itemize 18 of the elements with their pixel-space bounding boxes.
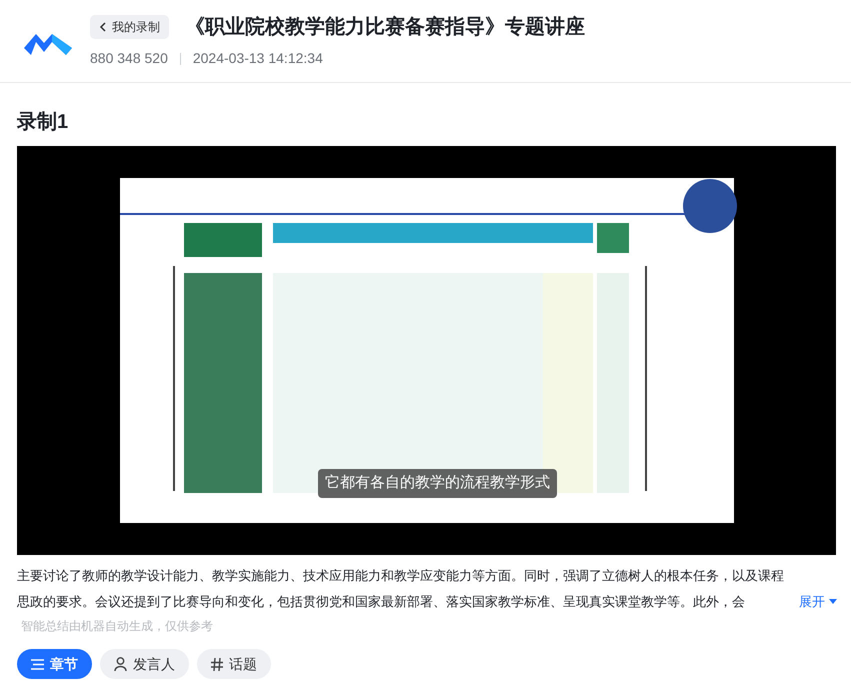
tab[interactable]: 发言人: [100, 649, 189, 679]
expand-link[interactable]: 展开: [799, 592, 837, 612]
subtitle-caption: 它都有各自的教学的流程教学形式: [318, 469, 557, 498]
person-icon: [114, 657, 127, 671]
page-title: 《职业院校教学能力比赛备赛指导》专题讲座: [185, 14, 585, 40]
meeting-id: 880 348 520: [90, 49, 168, 68]
back-link[interactable]: 我的录制: [90, 15, 169, 39]
list-icon: [31, 659, 44, 670]
summary-text: 主要讨论了教师的教学设计能力、教学实施能力、技术应用能力和教学应变能力等方面。同时，强调了立德树人的根本任务，以及课程思政的要求。会议还提到了比赛导向和变化，包括贯彻党和国家最新部署、落实国家教学标准、呈现真实课堂教学等。此外，会: [17, 567, 785, 611]
hash-icon: [211, 658, 223, 671]
back-icon: [99, 22, 106, 32]
caret-icon: [829, 599, 837, 604]
recording-title: 录制1: [16, 110, 70, 135]
tab[interactable]: 章节: [17, 649, 92, 679]
date-time: 2024-03-13 14:12:34: [192, 49, 323, 68]
video-player[interactable]: 它都有各自的教学的流程教学形式: [17, 146, 836, 555]
disclaimer-text: 智能总结由机器自动生成，仅供参考: [20, 618, 214, 635]
tab[interactable]: 话题: [197, 649, 271, 679]
